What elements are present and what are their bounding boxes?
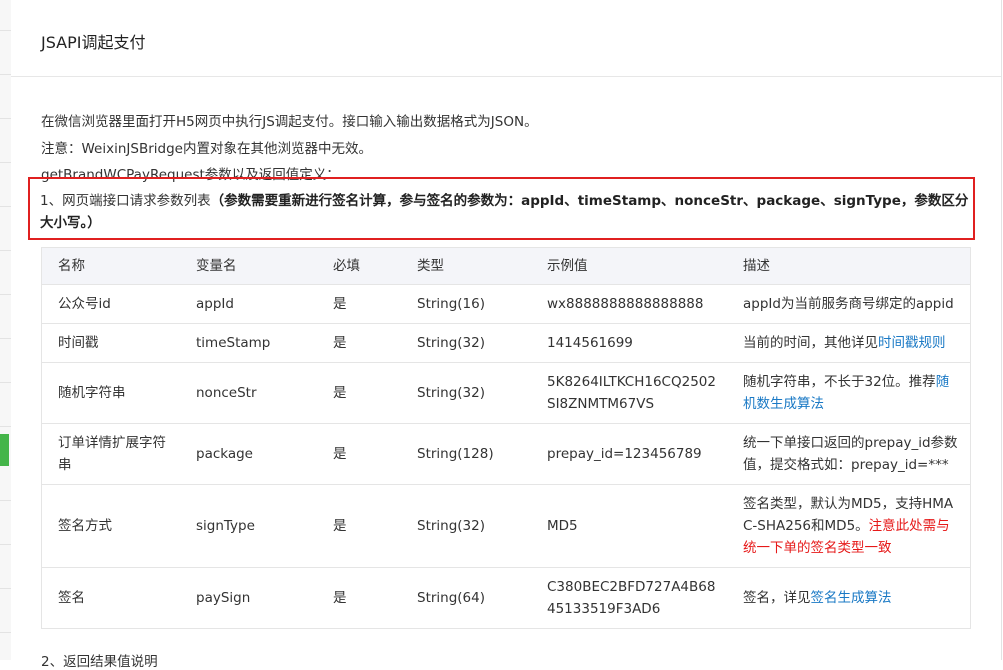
signature-algorithm-link[interactable]: 签名生成算法 — [811, 590, 892, 606]
params-table: 名称 变量名 必填 类型 示例值 描述 公众号id appId 是 String… — [41, 247, 971, 629]
column-header: 变量名 — [180, 247, 317, 285]
desc-text: 当前的时间，其他详见 — [743, 335, 878, 351]
cell-var: timeStamp — [180, 323, 317, 363]
highlighted-notice: 1、网页端接口请求参数列表（参数需要重新进行签名计算，参与签名的参数为：appI… — [28, 177, 975, 240]
cell-desc: 随机字符串，不长于32位。推荐随机数生成算法 — [727, 362, 971, 424]
sidebar-divider — [0, 426, 11, 427]
page-header: JSAPI调起支付 — [11, 0, 1001, 77]
sidebar-divider — [0, 206, 11, 207]
content-card: JSAPI调起支付 在微信浏览器里面打开H5网页中执行JS调起支付。接口输入输出… — [11, 0, 1002, 670]
table-row: 签名 paySign 是 String(64) C380BEC2BFD727A4… — [41, 567, 971, 629]
table-row: 时间戳 timeStamp 是 String(32) 1414561699 当前… — [41, 323, 971, 363]
column-header: 描述 — [727, 247, 971, 285]
cell-desc: 签名类型，默认为MD5，支持HMAC-SHA256和MD5。注意此处需与统一下单… — [727, 484, 971, 568]
cell-example: C380BEC2BFD727A4B6845133519F3AD6 — [531, 567, 727, 629]
table-row: 公众号id appId 是 String(16) wx8888888888888… — [41, 284, 971, 324]
column-header: 类型 — [401, 247, 531, 285]
cell-desc: 统一下单接口返回的prepay_id参数值，提交格式如：prepay_id=**… — [727, 423, 971, 485]
cell-desc: 签名，详见签名生成算法 — [727, 567, 971, 629]
cell-desc: appId为当前服务商号绑定的appid — [727, 284, 971, 324]
cell-type: String(128) — [401, 423, 531, 485]
sidebar-divider — [0, 250, 11, 251]
sidebar-divider — [0, 162, 11, 163]
sidebar-divider — [0, 338, 11, 339]
cell-required: 是 — [317, 284, 401, 324]
cell-required: 是 — [317, 362, 401, 424]
cell-name: 时间戳 — [41, 323, 180, 363]
table-row: 订单详情扩展字符串 package 是 String(128) prepay_i… — [41, 423, 971, 485]
cell-required: 是 — [317, 323, 401, 363]
cell-required: 是 — [317, 423, 401, 485]
notice-prefix: 1、网页端接口请求参数列表 — [40, 193, 211, 209]
page-title: JSAPI调起支付 — [41, 33, 146, 52]
desc-text: 签名，详见 — [743, 590, 811, 606]
timestamp-rule-link[interactable]: 时间戳规则 — [878, 335, 946, 351]
cell-desc: 当前的时间，其他详见时间戳规则 — [727, 323, 971, 363]
column-header: 示例值 — [531, 247, 727, 285]
cell-type: String(32) — [401, 362, 531, 424]
cell-example: prepay_id=123456789 — [531, 423, 727, 485]
cell-example: 1414561699 — [531, 323, 727, 363]
cell-required: 是 — [317, 567, 401, 629]
table-row: 签名方式 signType 是 String(32) MD5 签名类型，默认为M… — [41, 484, 971, 568]
cell-var: nonceStr — [180, 362, 317, 424]
sidebar-divider — [0, 74, 11, 75]
sidebar-divider — [0, 118, 11, 119]
cell-example: wx8888888888888888 — [531, 284, 727, 324]
desc-text: 随机字符串，不长于32位。推荐 — [743, 374, 936, 390]
cell-var: package — [180, 423, 317, 485]
table-row: 随机字符串 nonceStr 是 String(32) 5K8264ILTKCH… — [41, 362, 971, 424]
sidebar-divider — [0, 544, 11, 545]
sidebar-divider — [0, 294, 11, 295]
sidebar-divider — [0, 588, 11, 589]
cell-type: String(32) — [401, 484, 531, 568]
cell-type: String(64) — [401, 567, 531, 629]
cell-name: 签名方式 — [41, 484, 180, 568]
cell-type: String(16) — [401, 284, 531, 324]
cell-example: MD5 — [531, 484, 727, 568]
sidebar-divider — [0, 500, 11, 501]
cell-name: 随机字符串 — [41, 362, 180, 424]
sidebar-divider — [0, 632, 11, 633]
cell-name: 订单详情扩展字符串 — [41, 423, 180, 485]
sidebar-active-indicator[interactable] — [0, 434, 9, 466]
cell-required: 是 — [317, 484, 401, 568]
column-header: 必填 — [317, 247, 401, 285]
cell-var: signType — [180, 484, 317, 568]
cell-var: appId — [180, 284, 317, 324]
section-2-heading: 2、返回结果值说明 — [41, 654, 158, 670]
sidebar-divider — [0, 382, 11, 383]
cell-name: 签名 — [41, 567, 180, 629]
sidebar-divider — [0, 30, 11, 31]
cell-name: 公众号id — [41, 284, 180, 324]
column-header: 名称 — [41, 247, 180, 285]
intro-line-1: 在微信浏览器里面打开H5网页中执行JS调起支付。接口输入输出数据格式为JSON。 — [41, 114, 538, 130]
cell-example: 5K8264ILTKCH16CQ2502SI8ZNMTM67VS — [531, 362, 727, 424]
intro-line-2: 注意：WeixinJSBridge内置对象在其他浏览器中无效。 — [41, 141, 372, 157]
cell-type: String(32) — [401, 323, 531, 363]
table-header-row: 名称 变量名 必填 类型 示例值 描述 — [41, 247, 971, 285]
cell-var: paySign — [180, 567, 317, 629]
